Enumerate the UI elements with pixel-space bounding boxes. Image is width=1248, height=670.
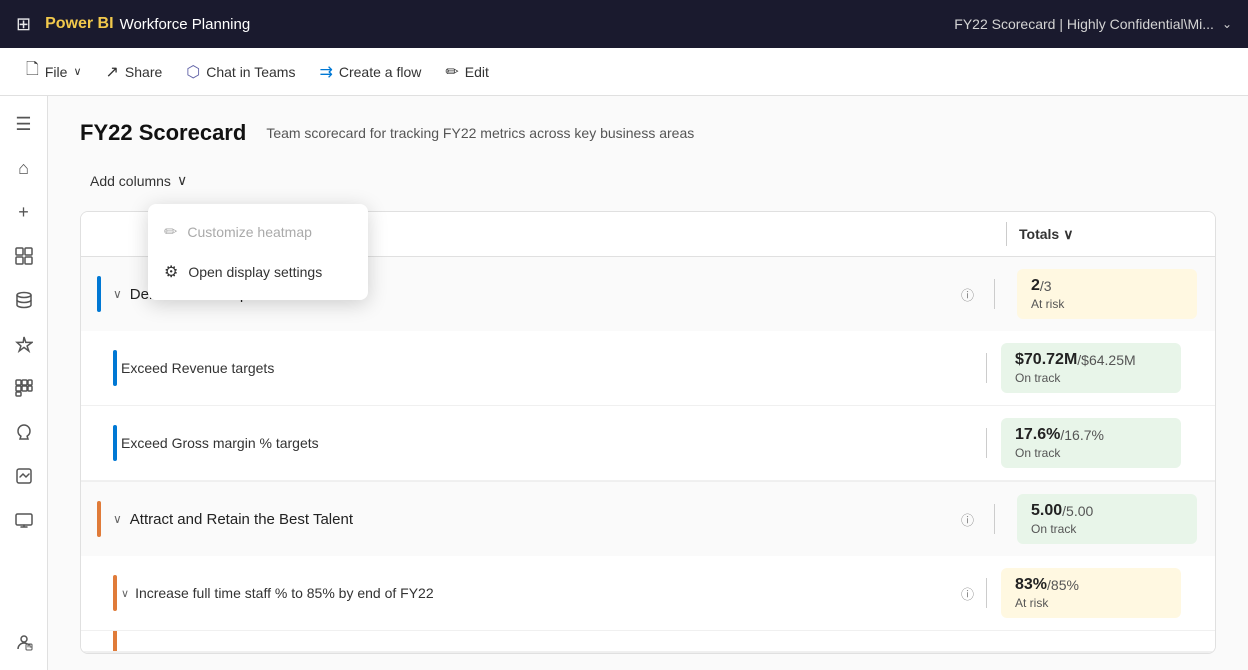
row-name-increase-full-time: Increase full time staff % to 85% by end… [135,585,961,601]
sidebar-item-person[interactable] [4,622,44,662]
app-grid-icon[interactable]: ⊞ [16,14,31,35]
row-increase-full-time: ∨ Increase full time staff % to 85% by e… [81,556,1215,631]
row-exceed-revenue: Exceed Revenue targets $70.72M /$64.25M … [81,331,1215,406]
chat-in-teams-button[interactable]: ⬡ Chat in Teams [176,56,305,88]
top-nav: ⊞ Power BI Workforce Planning FY22 Score… [0,0,1248,48]
indicator-orange [97,501,101,537]
file-chevron: ∨ [73,65,81,78]
open-display-settings-label: Open display settings [188,264,322,280]
brand-logo: Power BI [45,15,113,33]
group-chevron-deliver-financial[interactable]: ∨ [113,287,122,301]
row-exceed-gross-margin: Exceed Gross margin % targets 17.6% /16.… [81,406,1215,481]
indicator-blue [97,276,101,312]
indicator-gross-margin [113,425,117,461]
add-columns-dropdown: ✏ Customize heatmap ⚙ Open display setti… [148,204,368,300]
main-content: FY22 Scorecard Team scorecard for tracki… [48,96,1248,670]
toolbar: 🗋 File ∨ ↗ Share ⬡ Chat in Teams ⇉ Creat… [0,48,1248,96]
sidebar-item-create[interactable]: + [4,192,44,232]
info-icon-attract-retain[interactable]: ⓘ [961,510,974,529]
report-title: FY22 Scorecard | Highly Confidential\Mi.… [954,16,1232,32]
group-name-attract-retain: Attract and Retain the Best Talent [130,511,953,528]
info-icon-fulltime[interactable]: ⓘ [961,584,974,603]
totals-chevron: ∨ [1063,226,1073,243]
th-totals[interactable]: Totals ∨ [1019,226,1199,243]
cell-deliver-financial: 2 /3 At risk [1017,269,1197,319]
row-divider [994,504,995,534]
sidebar-item-hamburger[interactable]: ☰ [4,104,44,144]
group-header-attract-retain: ∨ Attract and Retain the Best Talent ⓘ 5… [81,482,1215,556]
add-columns-label: Add columns [90,173,171,189]
sidebar-item-monitoring[interactable] [4,500,44,540]
layout: ☰ ⌂ + FY22 Scorecard Te [0,96,1248,670]
sidebar-item-database[interactable] [4,280,44,320]
row-chevron-fulltime[interactable]: ∨ [121,587,129,600]
customize-heatmap-item: ✏ Customize heatmap [148,212,368,252]
file-button[interactable]: 🗋 File ∨ [16,52,92,91]
group-attract-retain: ∨ Attract and Retain the Best Talent ⓘ 5… [81,482,1215,653]
cell-attract-retain: 5.00 /5.00 On track [1017,494,1197,544]
sidebar: ☰ ⌂ + [0,96,48,670]
report-title-chevron[interactable]: ⌄ [1222,17,1232,31]
sidebar-item-home[interactable]: ⌂ [4,148,44,188]
edit-button[interactable]: ✏ Edit [435,56,499,88]
row-divider [986,353,987,383]
page-title: FY22 Scorecard [80,120,246,146]
sidebar-item-apps[interactable] [4,368,44,408]
sidebar-item-browse[interactable] [4,236,44,276]
brand: Power BI Workforce Planning [45,15,250,33]
customize-heatmap-icon: ✏ [164,222,177,242]
row-partial [81,631,1215,652]
open-display-settings-item[interactable]: ⚙ Open display settings [148,252,368,292]
settings-icon: ⚙ [164,262,178,282]
brand-name: Workforce Planning [120,16,251,33]
customize-heatmap-label: Customize heatmap [187,224,312,240]
indicator-revenue [113,350,117,386]
share-icon: ↗ [106,62,119,82]
row-divider [986,428,987,458]
cell-increase-full-time: 83% /85% At risk [1001,568,1181,618]
create-flow-button[interactable]: ⇉ Create a flow [309,56,431,88]
group-chevron-attract-retain[interactable]: ∨ [113,512,122,526]
file-icon: 🗋 [26,58,39,85]
indicator-partial [113,631,117,652]
cell-exceed-revenue: $70.72M /$64.25M On track [1001,343,1181,393]
add-columns-chevron: ∨ [177,172,187,189]
row-name-exceed-gross-margin: Exceed Gross margin % targets [121,435,974,451]
teams-icon: ⬡ [186,62,200,82]
indicator-fulltime [113,575,117,611]
add-columns-button[interactable]: Add columns ∨ [80,166,197,195]
info-icon-deliver-financial[interactable]: ⓘ [961,285,974,304]
page-subtitle: Team scorecard for tracking FY22 metrics… [266,125,694,141]
row-divider [986,578,987,608]
flow-icon: ⇉ [319,62,332,82]
row-name-exceed-revenue: Exceed Revenue targets [121,360,974,376]
sidebar-item-goals[interactable] [4,324,44,364]
edit-icon: ✏ [445,62,458,82]
share-button[interactable]: ↗ Share [96,56,173,88]
col-divider [1006,222,1007,246]
cell-exceed-gross-margin: 17.6% /16.7% On track [1001,418,1181,468]
sidebar-item-learn[interactable] [4,412,44,452]
sidebar-item-metrics[interactable] [4,456,44,496]
row-divider [994,279,995,309]
page-header: FY22 Scorecard Team scorecard for tracki… [80,120,1216,146]
